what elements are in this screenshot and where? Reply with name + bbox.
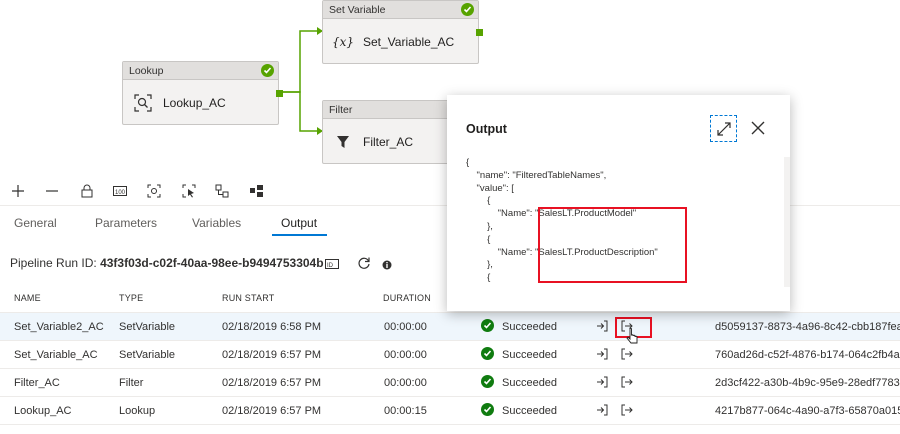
activity-name: Lookup_AC	[14, 405, 72, 417]
output-icon[interactable]	[621, 376, 633, 388]
refresh-icon[interactable]	[357, 256, 371, 270]
tab-general[interactable]: General	[14, 216, 57, 230]
run-start: 02/18/2019 6:58 PM	[222, 321, 322, 333]
status: Succeeded	[502, 405, 558, 417]
column-header-duration[interactable]: DURATION	[383, 293, 431, 303]
auto-align-icon[interactable]	[214, 183, 230, 199]
pipeline-monitor: Set Variable {x} Set_Variable_AC Lookup …	[0, 0, 900, 434]
run-id-label: Pipeline Run ID:	[10, 256, 97, 270]
tab-parameters[interactable]: Parameters	[95, 216, 157, 230]
activity-run-id: 4217b877-064c-4a90-a7f3-65870a0155	[715, 405, 900, 417]
success-check-icon	[461, 3, 474, 16]
table-row[interactable]: Set_Variable_AC SetVariable 02/18/2019 6…	[0, 341, 900, 369]
pipeline-run-id: Pipeline Run ID: 43f3f03d-c02f-40aa-98ee…	[10, 256, 324, 270]
column-header-run-start[interactable]: RUN START	[222, 293, 274, 303]
values-highlight	[538, 207, 687, 283]
input-icon[interactable]	[596, 320, 608, 332]
output-icon[interactable]	[621, 348, 633, 360]
dialog-scrollbar[interactable]	[784, 157, 790, 287]
run-start: 02/18/2019 6:57 PM	[222, 349, 322, 361]
output-port[interactable]	[476, 29, 483, 36]
lookup-icon	[133, 93, 153, 113]
activity-label: Lookup_AC	[163, 96, 226, 110]
table-row[interactable]: Set_Variable2_AC SetVariable 02/18/2019 …	[0, 313, 900, 341]
duration: 00:00:00	[384, 349, 427, 361]
input-icon[interactable]	[596, 348, 608, 360]
copy-icon[interactable]: ID	[325, 257, 339, 269]
status: Succeeded	[502, 377, 558, 389]
layout-icon[interactable]	[249, 183, 265, 199]
duration: 00:00:00	[384, 321, 427, 333]
run-start: 02/18/2019 6:57 PM	[222, 377, 322, 389]
plus-icon[interactable]	[10, 183, 26, 199]
variable-icon: {x}	[331, 35, 355, 49]
close-icon[interactable]	[750, 120, 766, 136]
svg-text:100: 100	[115, 190, 126, 196]
activity-run-id: 760ad26d-c52f-4876-b174-064c2fb4ae1	[715, 349, 900, 361]
success-icon	[481, 375, 494, 388]
activity-run-id: 2d3cf422-a30b-4b9c-95e9-28edf7783c1	[715, 377, 900, 389]
status: Succeeded	[502, 321, 558, 333]
tab-output[interactable]: Output	[281, 216, 317, 230]
table-row[interactable]: Lookup_AC Lookup 02/18/2019 6:57 PM 00:0…	[0, 397, 900, 425]
input-icon[interactable]	[596, 376, 608, 388]
output-icon[interactable]	[621, 404, 633, 416]
activity-type: Filter	[119, 377, 144, 389]
activity-name: Set_Variable2_AC	[14, 321, 104, 333]
success-icon	[481, 403, 494, 416]
activity-header: Set Variable	[323, 1, 478, 19]
activity-type: Lookup	[119, 405, 156, 417]
input-icon[interactable]	[596, 404, 608, 416]
activity-label: Set_Variable_AC	[363, 35, 455, 49]
duration: 00:00:15	[384, 405, 427, 417]
lookup-activity[interactable]: Lookup Lookup_AC	[122, 61, 283, 125]
status: Succeeded	[502, 349, 558, 361]
activity-header: Lookup	[123, 62, 278, 80]
table-row[interactable]: Filter_AC Filter 02/18/2019 6:57 PM 00:0…	[0, 369, 900, 397]
activity-name: Filter_AC	[14, 377, 60, 389]
expand-icon[interactable]	[710, 115, 737, 142]
activity-type: SetVariable	[119, 321, 176, 333]
duration: 00:00:00	[384, 377, 427, 389]
activity-label: Filter_AC	[363, 135, 414, 149]
output-dialog: Output { "name": "FilteredTableNames", "…	[447, 95, 790, 311]
column-header-type[interactable]: TYPE	[119, 293, 143, 303]
tab-variables[interactable]: Variables	[192, 216, 241, 230]
fit-to-screen-icon[interactable]	[146, 183, 162, 199]
dialog-title: Output	[466, 122, 507, 136]
minus-icon[interactable]	[44, 183, 60, 199]
success-icon	[481, 347, 494, 360]
run-id-value: 43f3f03d-c02f-40aa-98ee-b9494753304b	[100, 256, 324, 270]
select-icon[interactable]	[181, 183, 197, 199]
zoom-100-icon[interactable]: 100	[112, 183, 128, 199]
success-check-icon	[261, 64, 274, 77]
filter-icon	[333, 132, 353, 152]
output-port[interactable]	[276, 90, 283, 97]
mouse-cursor-icon	[626, 327, 640, 346]
info-icon[interactable]	[382, 257, 392, 270]
lock-icon[interactable]	[79, 183, 95, 199]
svg-text:ID: ID	[327, 263, 334, 269]
activity-type: SetVariable	[119, 349, 176, 361]
active-tab-indicator	[272, 234, 327, 236]
set-variable-activity[interactable]: Set Variable {x} Set_Variable_AC	[322, 0, 483, 64]
success-icon	[481, 319, 494, 332]
activity-run-id: d5059137-8873-4a96-8c42-cbb187feae	[715, 321, 900, 333]
activity-name: Set_Variable_AC	[14, 349, 98, 361]
run-start: 02/18/2019 6:57 PM	[222, 405, 322, 417]
column-header-name[interactable]: NAME	[14, 293, 41, 303]
